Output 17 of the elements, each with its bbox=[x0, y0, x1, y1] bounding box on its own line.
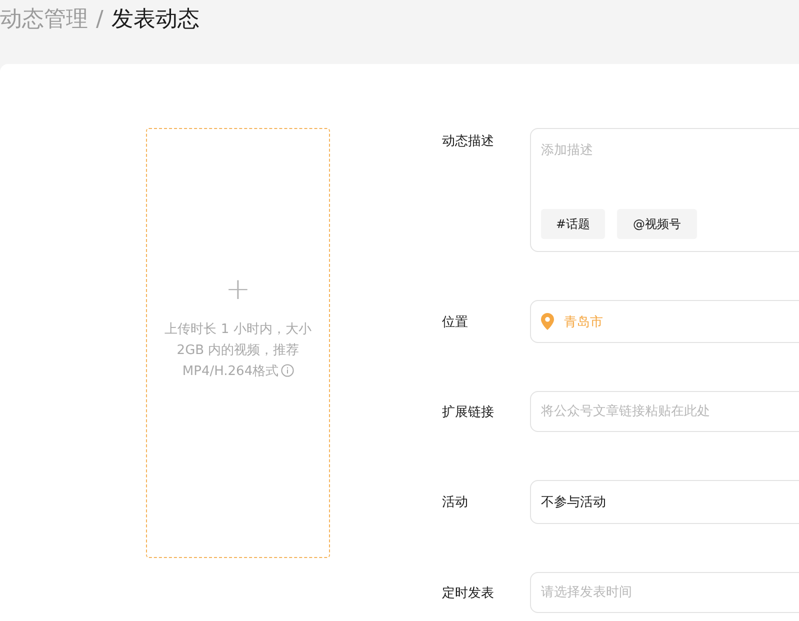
field-label: 位置 bbox=[442, 314, 469, 330]
field-label: 扩展链接 bbox=[442, 404, 495, 420]
breadcrumb-item: 发表动态 bbox=[111, 6, 200, 34]
activity-select[interactable]: 不参与活动 bbox=[530, 480, 799, 524]
field-label: 活动 bbox=[442, 494, 469, 511]
plus-icon: + bbox=[225, 274, 251, 304]
tag-button[interactable]: @视频号 bbox=[617, 209, 697, 239]
breadcrumb-separator: / bbox=[96, 6, 104, 34]
input-field[interactable]: 请选择发表时间 bbox=[530, 572, 799, 613]
upload-hint: 上传时长 1 小时内，大小 2GB 内的视频，推荐MP4/H.264格式 bbox=[164, 320, 312, 380]
field-label: 动态描述 bbox=[442, 133, 495, 150]
info-icon[interactable] bbox=[280, 364, 294, 376]
tag-button[interactable]: #话题 bbox=[541, 209, 605, 239]
location-pin-icon bbox=[541, 313, 554, 330]
field-label: 定时发表 bbox=[442, 584, 495, 602]
input-field[interactable]: 将公众号文章链接粘贴在此处 bbox=[530, 391, 799, 432]
description-field[interactable]: 添加描述 #话题 @视频号 bbox=[530, 128, 799, 252]
